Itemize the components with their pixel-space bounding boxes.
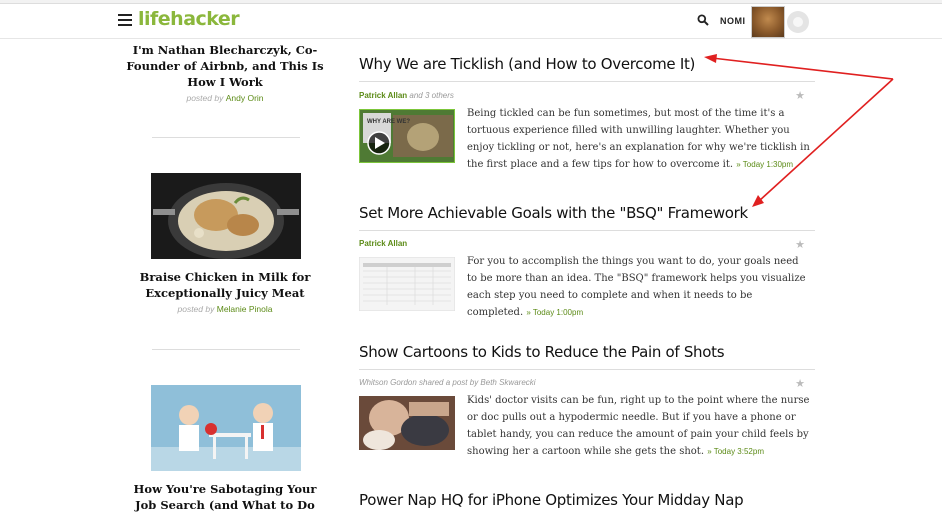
arrowhead-icon <box>704 54 717 63</box>
arrowhead-icon <box>752 195 764 207</box>
annotation-arrows <box>704 54 894 207</box>
